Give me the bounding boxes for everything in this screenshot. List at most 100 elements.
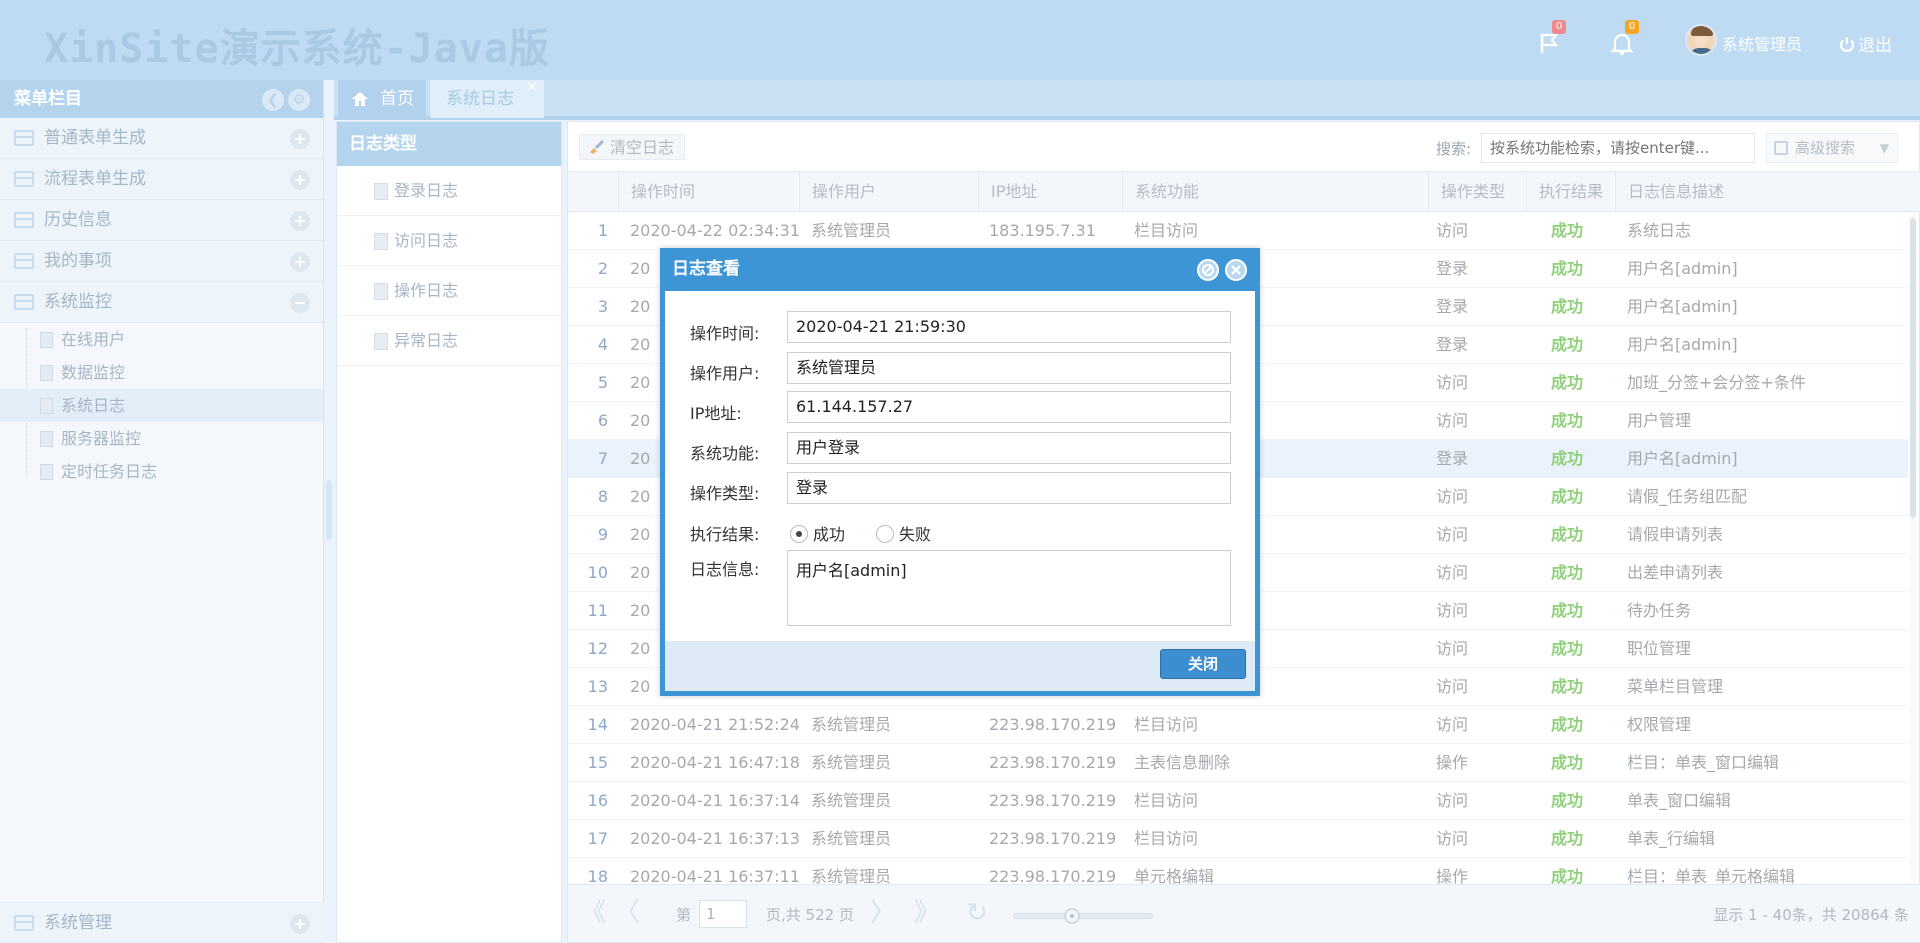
expand-icon[interactable]: + [290,252,310,272]
operation-type-field[interactable]: 登录 [787,472,1231,504]
operation-user-field[interactable]: 系统管理员 [787,352,1231,384]
file-icon [374,333,388,350]
expand-icon[interactable]: + [290,211,310,231]
prev-page-button[interactable]: 〈 [614,899,640,927]
menu-group-label: 普通表单生成 [44,128,146,148]
system-function-field[interactable]: 用户登录 [787,432,1231,464]
last-page-button[interactable]: 》 [914,899,940,927]
cell-desc: 用户名[admin] [1627,259,1738,278]
menu-group-history[interactable]: 历史信息 + [0,200,323,241]
maximize-icon[interactable] [1197,259,1219,281]
cell-type: 操作 [1436,753,1469,772]
settings-icon[interactable]: ⚙ [288,89,310,111]
cell-result: 成功 [1551,791,1584,810]
cell-result: 成功 [1551,525,1584,544]
table-row[interactable]: 15 2020-04-21 16:47:18 系统管理员 223.98.170.219… [568,744,1908,782]
row-number: 16 [587,791,608,810]
log-type-exception[interactable]: 异常日志 [337,316,561,366]
cell-result: 成功 [1551,715,1584,734]
result-success-radio[interactable]: 成功 [790,521,845,545]
menu-group-system-admin[interactable]: 系统管理 + [0,902,324,943]
user-avatar[interactable] [1685,24,1717,56]
page-size-slider[interactable] [1013,908,1153,924]
table-row[interactable]: 1 2020-04-22 02:34:31 系统管理员 183.195.7.31 栏目访… [568,212,1908,250]
sidebar-item-task-log[interactable]: 定时任务日志 [0,455,323,488]
log-type-operation[interactable]: 操作日志 [337,266,561,316]
close-tab-icon[interactable]: × [526,68,538,106]
column-header[interactable]: 操作类型 [1428,172,1525,212]
log-type-label: 异常日志 [394,331,459,350]
menu-group-flow-form[interactable]: 流程表单生成 + [0,159,323,200]
log-type-login[interactable]: 登录日志 [337,166,561,216]
clear-log-button[interactable]: 清空日志 [579,134,686,160]
table-icon [14,212,34,228]
first-page-button[interactable]: 《 [580,899,606,927]
row-number: 12 [587,639,608,658]
column-header[interactable]: 日志信息描述 [1615,172,1905,212]
table-row[interactable]: 14 2020-04-21 21:52:24 系统管理员 223.98.170.219… [568,706,1908,744]
cell-type: 访问 [1436,601,1469,620]
chevron-down-icon[interactable]: ▼ [1880,134,1889,162]
column-header[interactable]: 执行结果 [1526,172,1614,212]
next-page-button[interactable]: 〉 [870,899,896,927]
collapse-icon[interactable]: ❮ [262,89,284,111]
menu-group-normal-form[interactable]: 普通表单生成 + [0,118,323,159]
sidebar-item-label: 在线用户 [61,330,126,349]
menu-group-my-tasks[interactable]: 我的事项 + [0,241,323,282]
table-icon [14,915,34,931]
sidebar-item-online-users[interactable]: 在线用户 [0,323,323,356]
sidebar-item-data-monitor[interactable]: 数据监控 [0,356,323,389]
sidebar-splitter[interactable] [324,80,334,943]
close-icon[interactable] [1225,259,1247,281]
column-header[interactable]: IP地址 [978,172,1121,212]
sidebar-item-label: 系统日志 [61,396,126,415]
expand-icon[interactable]: + [290,170,310,190]
operation-time-field[interactable]: 2020-04-21 21:59:30 [787,311,1231,343]
collapse-group-icon[interactable]: − [290,293,310,313]
cell-desc: 出差申请列表 [1627,563,1724,582]
sidebar-item-system-log[interactable]: 系统日志 [0,389,323,422]
close-button[interactable]: 关闭 [1160,649,1246,679]
page-number-input[interactable]: 1 [699,900,747,928]
column-header[interactable]: 操作时间 [618,172,798,212]
dialog-header: 日志查看 [660,248,1260,291]
menu-group-monitor[interactable]: 系统监控 − [0,282,323,323]
username[interactable]: 系统管理员 [1722,31,1802,55]
log-info-textarea[interactable]: 用户名[admin] [787,550,1231,626]
sidebar-header: 菜单栏目 ❮ ⚙ [0,80,323,118]
cell-time: 20 [630,373,651,392]
advanced-search-button[interactable]: 高级搜索 ▼ [1766,133,1898,163]
cell-desc: 栏目：单表_窗口编辑 [1627,753,1780,772]
table-row[interactable]: 18 2020-04-21 16:37:11 系统管理员 223.98.170.219… [568,858,1908,884]
search-input[interactable] [1481,133,1755,163]
table-row[interactable]: 17 2020-04-21 16:37:13 系统管理员 223.98.170.219… [568,820,1908,858]
refresh-button[interactable]: ↻ [966,899,988,927]
cell-ip: 183.195.7.31 [989,221,1096,240]
column-header[interactable]: 系统功能 [1122,172,1427,212]
cell-time: 2020-04-21 16:37:13 [630,829,800,848]
column-header[interactable]: 操作用户 [799,172,977,212]
cell-type: 访问 [1436,639,1469,658]
home-icon [352,92,368,106]
sidebar-item-server-monitor[interactable]: 服务器监控 [0,422,323,455]
table-icon [14,130,34,146]
tab-home[interactable]: 首页 [338,80,426,118]
flag-icon[interactable]: 0 [1532,20,1566,58]
table-row[interactable]: 16 2020-04-21 16:37:14 系统管理员 223.98.170.219… [568,782,1908,820]
sidebar-title: 菜单栏目 [14,89,82,109]
advanced-search-label: 高级搜索 [1795,139,1856,157]
cell-result: 成功 [1551,487,1584,506]
power-icon [1839,37,1855,52]
bell-icon[interactable]: 0 [1605,20,1639,58]
logout-button[interactable]: 退出 [1838,31,1892,56]
log-type-access[interactable]: 访问日志 [337,216,561,266]
expand-icon[interactable]: + [290,914,310,934]
cell-result: 成功 [1551,297,1584,316]
tab-system-log[interactable]: 系统日志 × [430,79,544,118]
expand-icon[interactable]: + [290,129,310,149]
result-fail-radio[interactable]: 失败 [876,521,931,545]
cell-time: 2020-04-21 16:37:11 [630,867,800,884]
ip-address-field[interactable]: 61.144.157.27 [787,391,1231,423]
vertical-scrollbar[interactable] [1909,214,1917,884]
slider-knob[interactable] [1064,908,1080,924]
